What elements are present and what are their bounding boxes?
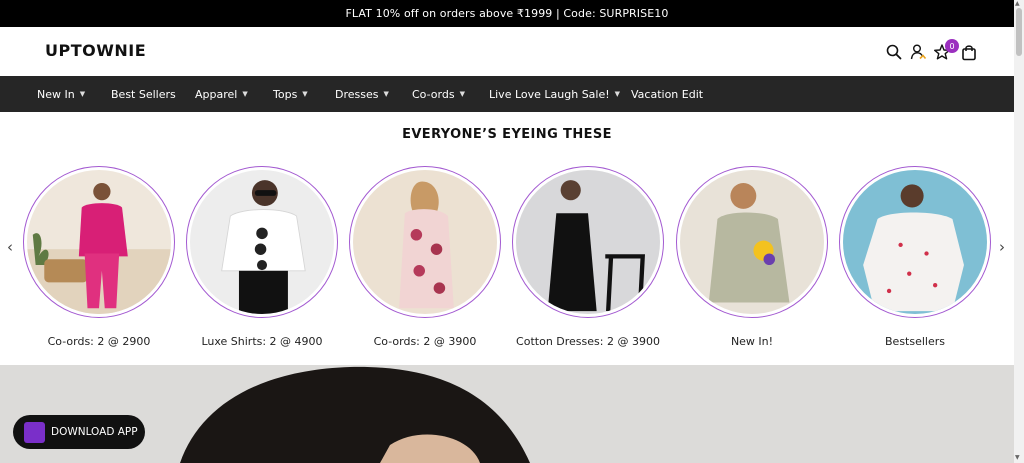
chevron-down-icon: ▼ [302, 90, 308, 98]
page-scrollbar[interactable]: ▲ ▼ [1014, 0, 1024, 463]
nav-item-label: Vacation Edit [631, 87, 704, 101]
nav-item-label: New In [37, 87, 75, 101]
nav-item-vacation-edit[interactable]: Vacation Edit [631, 76, 703, 112]
collection-circle-bestsellers[interactable] [839, 166, 991, 318]
download-app-button[interactable]: DOWNLOAD APP [13, 415, 145, 449]
collection-image [27, 170, 171, 314]
scrollbar-thumb[interactable] [1016, 8, 1022, 56]
brand-logo[interactable]: UPTOWNIE [45, 41, 146, 60]
announcement-text: FLAT 10% off on orders above ₹1999 | Cod… [345, 7, 669, 20]
cart-bag-icon[interactable] [960, 43, 978, 61]
chevron-down-icon: ▼ [614, 90, 621, 98]
collection-circle-luxe-shirts[interactable] [186, 166, 338, 318]
nav-item-best-sellers[interactable]: Best Sellers [111, 76, 176, 112]
carousel-next-arrow-icon[interactable]: › [999, 238, 1005, 256]
chevron-down-icon: ▼ [383, 90, 389, 98]
app-logo-icon [24, 421, 45, 443]
collection-circle-cotton-dresses[interactable] [512, 166, 664, 318]
main-nav: New In ▼ Best Sellers Apparel ▼ Tops ▼ Dres… [0, 76, 1014, 112]
announcement-bar: FLAT 10% off on orders above ₹1999 | Cod… [0, 0, 1014, 27]
collection-image [680, 170, 824, 314]
carousel-prev-arrow-icon[interactable]: ‹ [7, 238, 13, 256]
nav-item-label: Tops [273, 87, 298, 101]
collection-circle-coords-3900[interactable] [349, 166, 501, 318]
nav-item-label: Dresses [335, 87, 379, 101]
scroll-up-arrow-icon[interactable]: ▲ [1015, 0, 1020, 7]
search-icon[interactable] [885, 43, 903, 61]
collection-image [353, 170, 497, 314]
nav-item-label: Co-ords [412, 87, 455, 101]
nav-item-dresses[interactable]: Dresses ▼ [335, 76, 389, 112]
collection-image [843, 170, 987, 314]
page: FLAT 10% off on orders above ₹1999 | Cod… [0, 0, 1024, 463]
nav-item-apparel[interactable]: Apparel ▼ [195, 76, 248, 112]
nav-item-new-in[interactable]: New In ▼ [37, 76, 85, 112]
nav-item-label: Live Love Laugh Sale! [489, 87, 610, 101]
collection-circle-coords-2900[interactable] [23, 166, 175, 318]
collection-image [190, 170, 334, 314]
section-title: EVERYONE’S EYEING THESE [402, 127, 612, 142]
nav-item-label: Best Sellers [111, 87, 176, 101]
hero-banner-image[interactable] [0, 365, 1014, 463]
wishlist-count-badge: 0 [945, 39, 959, 53]
collection-caption[interactable]: Co-ords: 2 @ 3900 [340, 335, 510, 348]
nav-item-sale[interactable]: Live Love Laugh Sale! ▼ [489, 76, 620, 112]
collection-caption[interactable]: Luxe Shirts: 2 @ 4900 [177, 335, 347, 348]
nav-item-label: Apparel [195, 87, 238, 101]
site-header: UPTOWNIE 0 [0, 27, 1014, 76]
nav-item-tops[interactable]: Tops ▼ [273, 76, 308, 112]
chevron-down-icon: ▼ [79, 90, 86, 98]
collection-caption[interactable]: New In! [667, 335, 837, 348]
chevron-down-icon: ▼ [459, 90, 465, 98]
collection-caption[interactable]: Co-ords: 2 @ 2900 [14, 335, 184, 348]
scroll-down-arrow-icon[interactable]: ▼ [1015, 454, 1020, 461]
download-app-label: DOWNLOAD APP [51, 426, 138, 438]
account-icon[interactable] [909, 43, 927, 61]
chevron-down-icon: ▼ [242, 90, 248, 98]
collection-caption[interactable]: Cotton Dresses: 2 @ 3900 [503, 335, 673, 348]
nav-item-co-ords[interactable]: Co-ords ▼ [412, 76, 465, 112]
collection-image [516, 170, 660, 314]
collection-caption[interactable]: Bestsellers [830, 335, 1000, 348]
collection-circle-new-in[interactable] [676, 166, 828, 318]
